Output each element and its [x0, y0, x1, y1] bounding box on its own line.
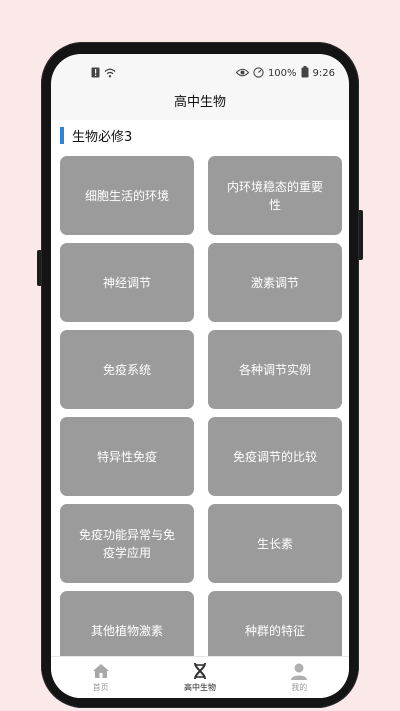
topic-grid: 细胞生活的环境 内环境稳态的重要性 神经调节 激素调节 免疫系统 各种调节实例 … [60, 156, 342, 656]
topic-card[interactable]: 特异性免疫 [60, 417, 194, 496]
status-bar: 100% 9:26 [51, 54, 349, 90]
topic-card-label: 内环境稳态的重要性 [226, 179, 323, 212]
clock: 9:26 [312, 68, 335, 79]
topic-card-label: 种群的特征 [244, 623, 305, 638]
sim-alert-icon [91, 67, 100, 81]
topic-card[interactable]: 种群的特征 [208, 591, 342, 656]
tab-home[interactable]: 首页 [51, 657, 150, 698]
topic-card-label: 免疫系统 [102, 362, 151, 377]
topic-card[interactable]: 其他植物激素 [60, 591, 194, 656]
dna-icon [193, 662, 206, 680]
topic-card-label: 激素调节 [250, 275, 299, 290]
section-header: 生物必修3 [60, 126, 133, 145]
topic-card[interactable]: 各种调节实例 [208, 330, 342, 409]
battery-icon [301, 66, 309, 81]
section-title: 生物必修3 [72, 129, 133, 145]
content-area[interactable]: 生物必修3 细胞生活的环境 内环境稳态的重要性 神经调节 激素调节 免疫系统 各… [51, 120, 349, 656]
topic-card[interactable]: 免疫系统 [60, 330, 194, 409]
topic-card[interactable]: 细胞生活的环境 [60, 156, 194, 235]
battery-percent: 100% [267, 68, 297, 79]
tab-home-label: 首页 [92, 683, 109, 692]
topic-card[interactable]: 免疫调节的比较 [208, 417, 342, 496]
topic-card-label: 神经调节 [102, 275, 151, 290]
topic-card-label: 特异性免疫 [96, 449, 157, 464]
home-icon [92, 664, 109, 678]
topic-card-label: 各种调节实例 [238, 362, 311, 377]
topic-card[interactable]: 内环境稳态的重要性 [208, 156, 342, 235]
topic-card-label: 其他植物激素 [90, 623, 163, 638]
topic-card[interactable]: 生长素 [208, 504, 342, 583]
topic-card-label: 免疫功能异常与免疫学应用 [78, 527, 175, 560]
speed-icon [253, 66, 264, 81]
page-title: 高中生物 [173, 95, 226, 110]
app-bar: 高中生物 [51, 90, 349, 120]
tab-profile-label: 我的 [291, 683, 308, 692]
topic-card[interactable]: 激素调节 [208, 243, 342, 322]
screen: 100% 9:26 高中生物 生物必修3 细胞生活的环境 内环境稳态的重要性 神… [51, 54, 349, 698]
topic-card-label: 细胞生活的环境 [84, 188, 169, 203]
wifi-icon [104, 68, 116, 81]
tab-biology-label: 高中生物 [183, 683, 216, 692]
topic-card-label: 免疫调节的比较 [232, 449, 317, 464]
topic-card[interactable]: 免疫功能异常与免疫学应用 [60, 504, 194, 583]
tab-profile[interactable]: 我的 [250, 657, 349, 698]
person-icon [291, 663, 308, 680]
bottom-tab-bar: 首页 高中生物 我的 [51, 656, 349, 698]
section-accent-bar [60, 126, 64, 144]
topic-card-label: 生长素 [256, 536, 293, 551]
eye-icon [235, 68, 250, 80]
topic-card[interactable]: 神经调节 [60, 243, 194, 322]
tab-biology[interactable]: 高中生物 [150, 657, 249, 698]
